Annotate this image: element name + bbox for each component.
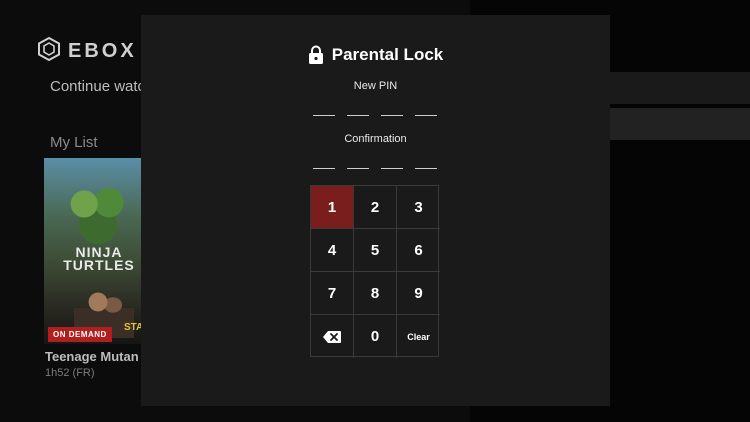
brand-logo: EBOX	[36, 36, 137, 67]
key-7[interactable]: 7	[311, 272, 354, 315]
row-title-my-list: My List	[50, 134, 98, 151]
pin-digit-slot	[415, 115, 437, 116]
pin-digit-slot	[313, 168, 335, 169]
dialog-title: Parental Lock	[331, 45, 444, 64]
numeric-keypad: 1 2 3 4 5 6 7 8 9 0 Clear	[310, 185, 440, 358]
pin-digit-slot	[381, 115, 403, 116]
pin-digit-slot	[415, 168, 437, 169]
poster-title-art: NINJA TURTLES	[63, 244, 135, 273]
key-4[interactable]: 4	[311, 229, 354, 272]
confirmation-label: Confirmation	[344, 133, 407, 145]
movie-poster[interactable]: NINJA TURTLES	[44, 158, 154, 344]
key-0[interactable]: 0	[354, 315, 397, 358]
background-row-band	[610, 72, 750, 104]
movie-meta: 1h52 (FR)	[45, 367, 95, 379]
key-9[interactable]: 9	[397, 272, 440, 315]
cube-logo-icon	[36, 36, 62, 67]
key-5[interactable]: 5	[354, 229, 397, 272]
backspace-button[interactable]	[311, 315, 354, 358]
brand-name: EBOX	[68, 40, 137, 62]
pin-digit-slot	[313, 115, 335, 116]
clear-button[interactable]: Clear	[397, 315, 440, 358]
key-3[interactable]: 3	[397, 186, 440, 229]
new-pin-label: New PIN	[353, 80, 398, 92]
row-title-continue-watching: Continue watch	[50, 78, 154, 95]
poster-artwork	[52, 176, 144, 246]
confirmation-pin-field[interactable]	[313, 168, 437, 169]
movie-title: Teenage Mutan	[45, 349, 139, 364]
key-6[interactable]: 6	[397, 229, 440, 272]
dialog-header: Parental Lock	[141, 45, 610, 65]
background-row-band-highlight	[610, 108, 750, 140]
backspace-icon	[322, 330, 342, 344]
parental-lock-dialog: Parental Lock New PIN Confirmation 1 2 3…	[141, 15, 610, 406]
on-demand-badge: ON DEMAND	[48, 327, 112, 342]
lock-icon	[308, 45, 324, 65]
key-2[interactable]: 2	[354, 186, 397, 229]
new-pin-field[interactable]	[313, 115, 437, 116]
pin-digit-slot	[347, 168, 369, 169]
pin-digit-slot	[381, 168, 403, 169]
key-8[interactable]: 8	[354, 272, 397, 315]
key-1[interactable]: 1	[311, 186, 354, 229]
pin-digit-slot	[347, 115, 369, 116]
